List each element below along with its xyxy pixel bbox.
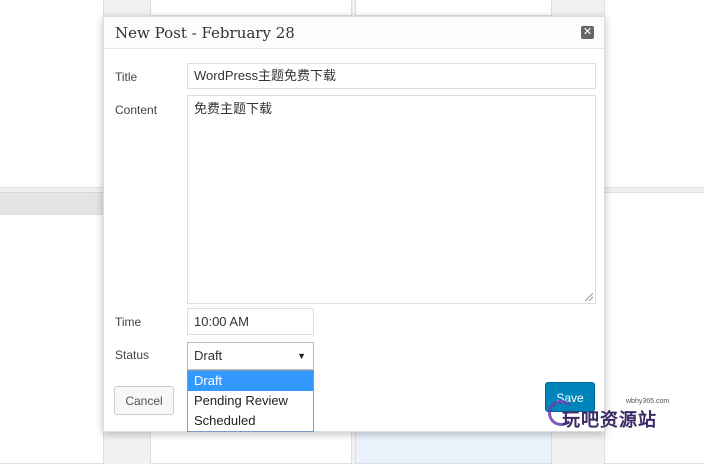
status-option-pending-review[interactable]: Pending Review <box>188 391 313 411</box>
close-icon[interactable]: ✕ <box>581 26 594 39</box>
calendar-week-bar <box>0 192 104 216</box>
calendar-cell <box>150 430 352 464</box>
status-option-scheduled[interactable]: Scheduled <box>188 411 313 431</box>
content-label: Content <box>115 103 158 117</box>
resize-handle-icon[interactable] <box>585 293 593 301</box>
calendar-cell <box>604 0 704 188</box>
calendar-cell <box>0 0 104 188</box>
cancel-button[interactable]: Cancel <box>114 386 174 415</box>
time-input[interactable]: 10:00 AM <box>187 308 314 335</box>
title-input[interactable]: WordPress主题免费下载 <box>187 63 596 89</box>
content-text: 免费主题下载 <box>194 101 273 116</box>
status-option-draft[interactable]: Draft <box>188 371 313 391</box>
watermark-text: 玩吧资源站 <box>562 410 657 430</box>
modal-header: New Post - February 28 ✕ <box>104 17 604 49</box>
calendar-cell-today <box>355 430 552 464</box>
calendar-cell <box>150 0 352 16</box>
status-dropdown-list: Draft Pending Review Scheduled <box>187 370 314 432</box>
calendar-cell <box>0 214 104 464</box>
new-post-modal: New Post - February 28 ✕ Title WordPress… <box>103 16 605 432</box>
status-label: Status <box>115 348 150 362</box>
status-select[interactable]: Draft ▼ <box>187 342 314 370</box>
time-label: Time <box>115 315 142 329</box>
watermark-url: wbhy365.com <box>626 398 670 405</box>
title-label: Title <box>115 70 138 84</box>
content-textarea[interactable]: 免费主题下载 <box>187 95 596 304</box>
calendar-cell <box>355 0 552 16</box>
status-selected-value: Draft <box>194 348 223 363</box>
dropdown-arrow-icon: ▼ <box>297 351 306 361</box>
modal-title: New Post - February 28 <box>115 23 295 42</box>
